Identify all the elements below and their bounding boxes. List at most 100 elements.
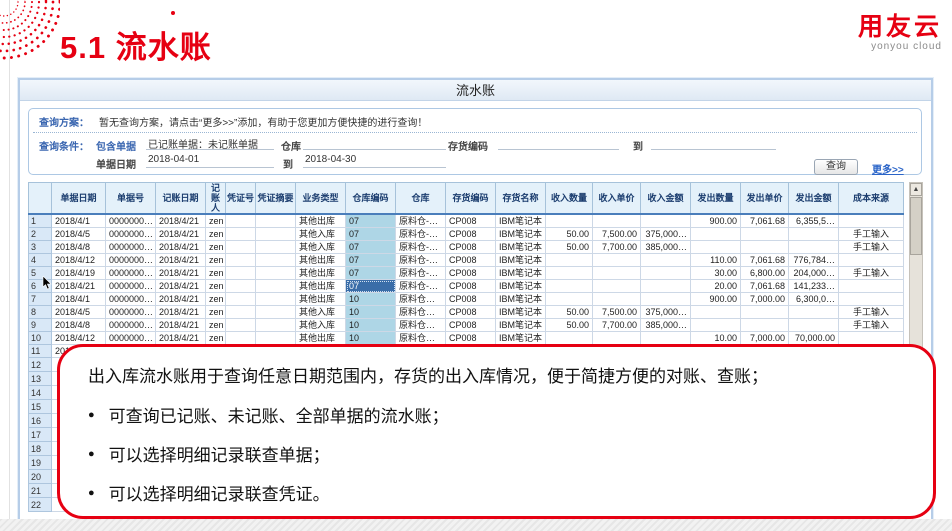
table-cell[interactable]: zen <box>206 319 226 332</box>
table-cell[interactable] <box>256 228 296 241</box>
row-number[interactable]: 19 <box>29 456 52 470</box>
table-cell[interactable] <box>226 254 256 267</box>
table-cell[interactable] <box>641 280 691 293</box>
table-cell[interactable]: zen <box>206 332 226 345</box>
row-number[interactable]: 12 <box>29 358 52 372</box>
table-cell[interactable]: 07 <box>346 228 396 241</box>
table-cell[interactable]: CP008 <box>446 280 496 293</box>
table-cell[interactable] <box>691 241 741 254</box>
warehouse-field[interactable] <box>303 136 446 150</box>
table-cell[interactable]: 07 <box>346 214 396 228</box>
column-header[interactable]: 存货编码 <box>446 183 496 215</box>
row-number[interactable]: 10 <box>29 332 52 345</box>
table-cell[interactable] <box>641 267 691 280</box>
table-cell[interactable] <box>691 319 741 332</box>
table-cell[interactable]: 0000000… <box>106 319 156 332</box>
table-cell[interactable] <box>226 241 256 254</box>
table-cell[interactable]: IBM笔记本 <box>496 267 546 280</box>
table-cell[interactable]: 900.00 <box>691 293 741 306</box>
table-cell[interactable]: 0000000… <box>106 241 156 254</box>
table-cell[interactable]: 2018/4/21 <box>52 280 106 293</box>
table-cell[interactable]: 07 <box>346 254 396 267</box>
row-number[interactable]: 1 <box>29 214 52 228</box>
table-cell[interactable]: 10 <box>346 332 396 345</box>
table-cell[interactable] <box>226 306 256 319</box>
table-cell[interactable]: 385,000… <box>641 319 691 332</box>
table-cell[interactable]: 2018/4/21 <box>156 254 206 267</box>
table-cell[interactable]: IBM笔记本 <box>496 306 546 319</box>
table-cell[interactable]: zen <box>206 228 226 241</box>
table-cell[interactable] <box>789 306 839 319</box>
table-cell[interactable]: CP008 <box>446 319 496 332</box>
table-cell[interactable]: 2018/4/21 <box>156 280 206 293</box>
table-cell[interactable] <box>256 241 296 254</box>
table-cell[interactable] <box>789 319 839 332</box>
table-cell[interactable]: 0000000… <box>106 267 156 280</box>
table-cell[interactable]: IBM笔记本 <box>496 319 546 332</box>
row-number[interactable]: 11 <box>29 345 52 358</box>
row-number[interactable]: 13 <box>29 372 52 386</box>
table-cell[interactable]: 0000000… <box>106 214 156 228</box>
table-cell[interactable]: 204,000… <box>789 267 839 280</box>
table-cell[interactable]: 原料仓-… <box>396 280 446 293</box>
column-header[interactable]: 仓库 <box>396 183 446 215</box>
scrollbar-thumb[interactable] <box>910 197 922 255</box>
table-cell[interactable] <box>593 214 641 228</box>
table-cell[interactable]: zen <box>206 214 226 228</box>
table-cell[interactable]: CP008 <box>446 267 496 280</box>
table-cell[interactable]: 0000000… <box>106 293 156 306</box>
table-cell[interactable]: 其他入库 <box>296 241 346 254</box>
table-cell[interactable]: 2018/4/12 <box>52 254 106 267</box>
table-cell[interactable]: IBM笔记本 <box>496 228 546 241</box>
table-cell[interactable] <box>641 254 691 267</box>
table-cell[interactable]: 原料仓-… <box>396 228 446 241</box>
table-cell[interactable] <box>593 332 641 345</box>
table-cell[interactable]: 2018/4/21 <box>156 267 206 280</box>
table-cell[interactable] <box>593 254 641 267</box>
table-cell[interactable]: 其他出库 <box>296 214 346 228</box>
date-from-field[interactable]: 2018-04-01 <box>146 154 274 168</box>
table-cell[interactable]: 07 <box>346 280 396 293</box>
table-cell[interactable] <box>226 267 256 280</box>
table-cell[interactable]: 原料仓-… <box>396 214 446 228</box>
table-cell[interactable] <box>226 293 256 306</box>
table-cell[interactable]: IBM笔记本 <box>496 214 546 228</box>
row-number[interactable]: 7 <box>29 293 52 306</box>
search-button[interactable]: 查询 <box>814 159 858 175</box>
row-number[interactable]: 18 <box>29 442 52 456</box>
table-cell[interactable]: 0000000… <box>106 228 156 241</box>
column-header[interactable]: 凭证摘要 <box>256 183 296 215</box>
table-cell[interactable] <box>839 280 904 293</box>
inventory-code-to-field[interactable] <box>651 136 776 150</box>
table-cell[interactable] <box>839 254 904 267</box>
table-cell[interactable]: IBM笔记本 <box>496 280 546 293</box>
table-cell[interactable] <box>741 241 789 254</box>
table-cell[interactable]: 7,000.00 <box>741 332 789 345</box>
table-cell[interactable]: 其他出库 <box>296 280 346 293</box>
row-number[interactable]: 17 <box>29 428 52 442</box>
column-header[interactable]: 发出数量 <box>691 183 741 215</box>
table-cell[interactable]: 6,800.00 <box>741 267 789 280</box>
table-cell[interactable]: 50.00 <box>546 306 593 319</box>
table-cell[interactable] <box>593 280 641 293</box>
table-cell[interactable] <box>256 293 296 306</box>
scroll-up-icon[interactable]: ▲ <box>910 183 922 196</box>
table-cell[interactable]: 30.00 <box>691 267 741 280</box>
table-cell[interactable]: IBM笔记本 <box>496 241 546 254</box>
table-cell[interactable] <box>546 280 593 293</box>
table-cell[interactable]: 7,061.68 <box>741 214 789 228</box>
table-cell[interactable]: 900.00 <box>691 214 741 228</box>
include-docs-field[interactable]: 已记账单据：未记账单据 <box>146 136 274 150</box>
table-cell[interactable] <box>256 214 296 228</box>
table-cell[interactable]: 50.00 <box>546 319 593 332</box>
table-cell[interactable]: 手工输入 <box>839 306 904 319</box>
table-cell[interactable]: 141,233… <box>789 280 839 293</box>
table-cell[interactable]: zen <box>206 254 226 267</box>
table-cell[interactable]: 其他出库 <box>296 254 346 267</box>
table-cell[interactable] <box>256 267 296 280</box>
table-cell[interactable]: 2018/4/19 <box>52 267 106 280</box>
table-cell[interactable]: 2018/4/5 <box>52 306 106 319</box>
table-cell[interactable] <box>593 267 641 280</box>
table-cell[interactable] <box>226 280 256 293</box>
table-cell[interactable]: 原料仓-… <box>396 267 446 280</box>
